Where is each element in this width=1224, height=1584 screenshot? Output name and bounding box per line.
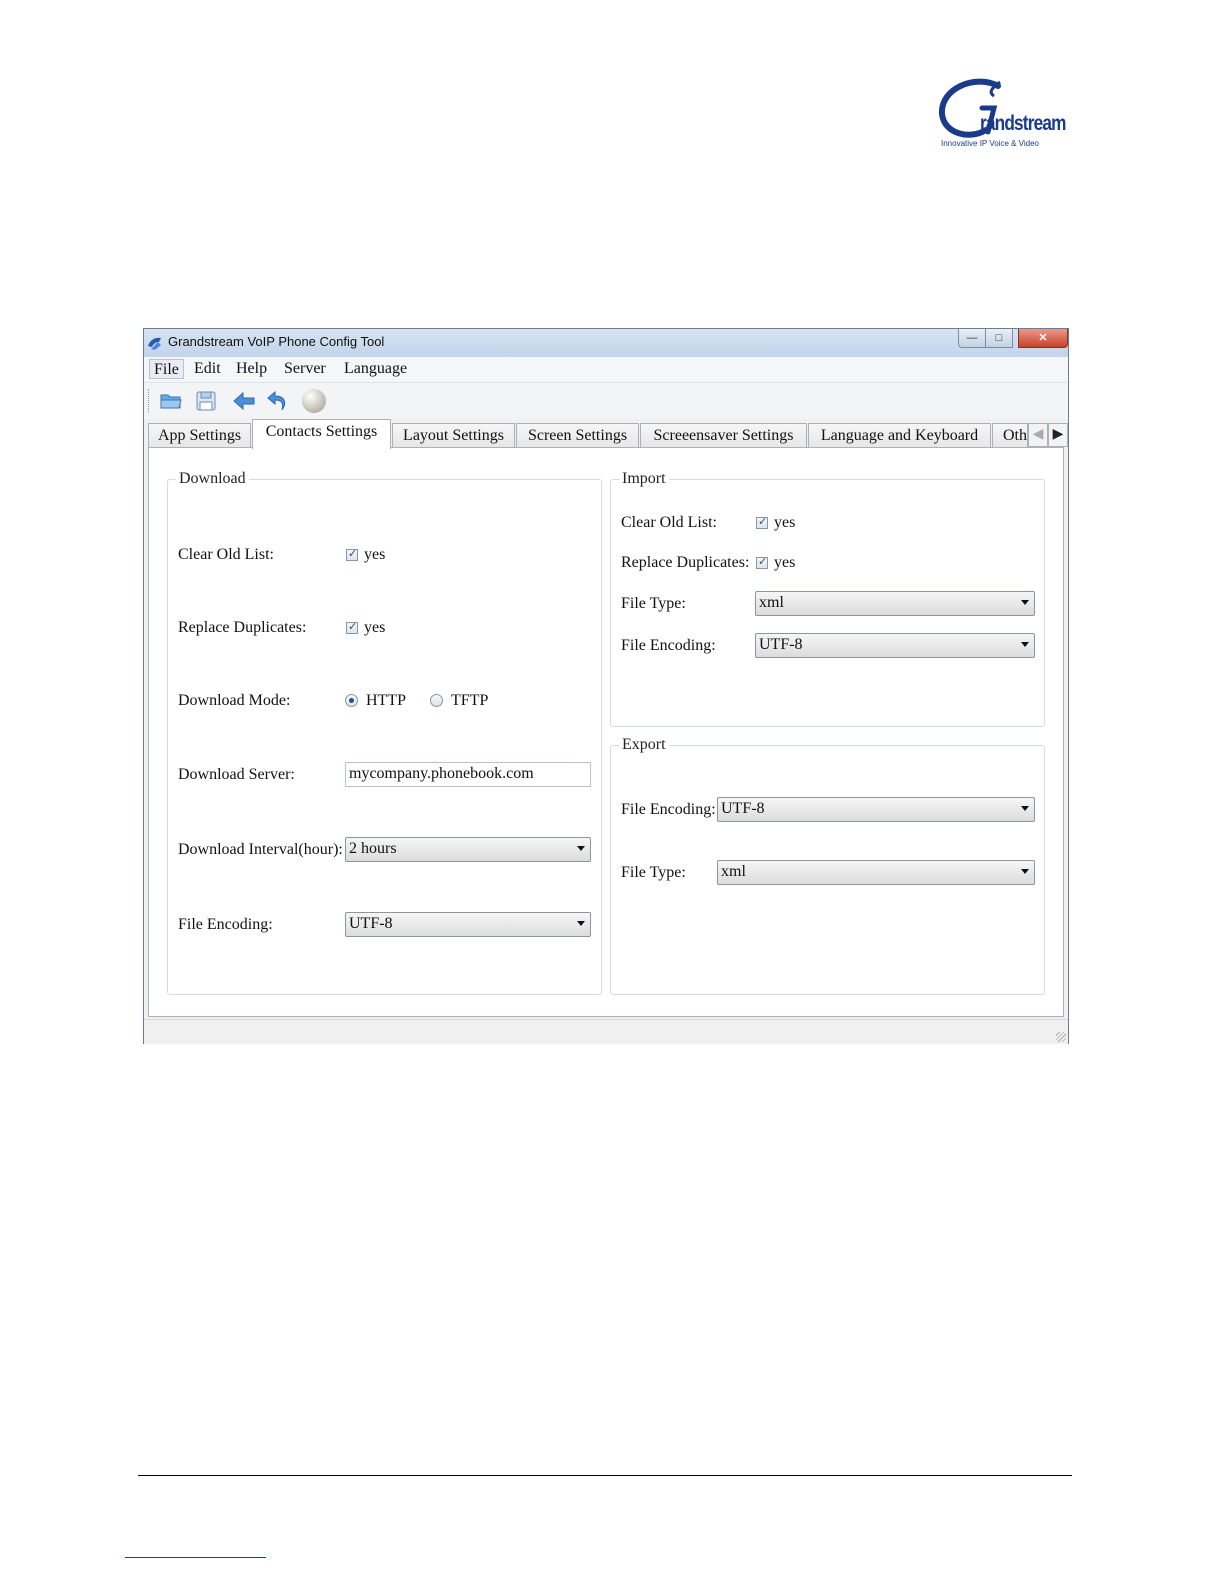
config-tool-window: Grandstream VoIP Phone Config Tool — □ ✕… (143, 328, 1069, 1044)
export-encoding-value: UTF-8 (721, 800, 765, 817)
download-mode-http-label: HTTP (366, 692, 406, 709)
menu-server[interactable]: Server (280, 359, 330, 379)
download-mode-tftp-radio[interactable] (430, 694, 443, 707)
import-replace-duplicates-label: Replace Duplicates: (621, 554, 750, 571)
close-button[interactable]: ✕ (1018, 329, 1068, 348)
download-mode-tftp-label: TFTP (451, 692, 489, 709)
grandstream-logo: randstream Innovative IP Voice & Video (936, 78, 1066, 152)
download-mode-label: Download Mode: (178, 692, 291, 709)
tab-screensaver-settings[interactable]: Screeensaver Settings (640, 423, 807, 448)
download-clear-old-list-value: yes (364, 546, 386, 563)
menu-help[interactable]: Help (232, 359, 271, 379)
open-folder-icon[interactable] (159, 389, 183, 413)
download-interval-select[interactable]: 2 hours (345, 837, 591, 862)
import-file-type-value: xml (759, 594, 784, 611)
chevron-down-icon (577, 921, 585, 926)
import-file-type-label: File Type: (621, 595, 686, 612)
download-replace-duplicates-checkbox[interactable] (346, 620, 358, 634)
download-clear-old-list-checkbox[interactable] (346, 547, 358, 561)
back-arrow-icon[interactable] (232, 389, 256, 413)
import-replace-duplicates-value: yes (774, 554, 796, 571)
window-title: Grandstream VoIP Phone Config Tool (168, 334, 385, 349)
tab-language-and-keyboard[interactable]: Language and Keyboard (808, 423, 991, 448)
download-interval-label: Download Interval(hour): (178, 841, 343, 858)
footer-divider (138, 1475, 1072, 1476)
toolbar (144, 383, 1068, 419)
export-file-type-label: File Type: (621, 864, 686, 881)
download-server-label: Download Server: (178, 766, 295, 783)
download-interval-value: 2 hours (349, 840, 397, 857)
logo-tagline: Innovative IP Voice & Video (941, 139, 1039, 148)
export-legend: Export (619, 735, 669, 755)
tab-layout-settings[interactable]: Layout Settings (392, 423, 515, 448)
menu-edit[interactable]: Edit (190, 359, 225, 379)
download-encoding-select[interactable]: UTF-8 (345, 912, 591, 937)
chevron-down-icon (1021, 600, 1029, 605)
footer-link-underline[interactable] (125, 1557, 266, 1558)
app-phone-icon (148, 337, 161, 350)
title-bar[interactable]: Grandstream VoIP Phone Config Tool — □ ✕ (144, 329, 1068, 357)
export-encoding-select[interactable]: UTF-8 (717, 797, 1035, 822)
download-legend: Download (176, 469, 249, 489)
undo-arrow-icon[interactable] (266, 389, 290, 413)
chevron-down-icon (1021, 806, 1029, 811)
menu-bar: File Edit Help Server Language (144, 357, 1068, 383)
import-clear-old-list-label: Clear Old List: (621, 514, 717, 531)
import-legend: Import (619, 469, 669, 489)
import-file-type-select[interactable]: xml (755, 591, 1035, 616)
contacts-settings-panel: Download Clear Old List: yes Replace Dup… (148, 447, 1064, 1017)
import-group: Import Clear Old List: yes Replace Dupli… (610, 469, 1045, 727)
save-icon[interactable] (194, 389, 218, 413)
menu-language[interactable]: Language (340, 359, 411, 379)
tab-screen-settings[interactable]: Screen Settings (516, 423, 639, 448)
resize-grip-icon[interactable] (1056, 1032, 1066, 1042)
export-file-type-value: xml (721, 863, 746, 880)
tab-app-settings[interactable]: App Settings (148, 423, 251, 448)
maximize-button[interactable]: □ (985, 329, 1013, 348)
export-file-type-select[interactable]: xml (717, 860, 1035, 885)
export-group: Export File Encoding: UTF-8 File Type: x… (610, 735, 1045, 995)
import-clear-old-list-value: yes (774, 514, 796, 531)
download-encoding-value: UTF-8 (349, 915, 393, 932)
import-encoding-select[interactable]: UTF-8 (755, 633, 1035, 658)
download-group: Download Clear Old List: yes Replace Dup… (167, 469, 602, 995)
import-encoding-label: File Encoding: (621, 637, 716, 654)
download-replace-duplicates-value: yes (364, 619, 386, 636)
tab-other[interactable]: Oth (992, 423, 1028, 448)
tab-scroll-right-icon[interactable]: ▶ (1048, 423, 1068, 447)
chevron-down-icon (577, 846, 585, 851)
minimize-button[interactable]: — (958, 329, 986, 348)
download-clear-old-list-label: Clear Old List: (178, 546, 274, 563)
import-clear-old-list-checkbox[interactable] (756, 515, 768, 529)
import-replace-duplicates-checkbox[interactable] (756, 555, 768, 569)
chevron-down-icon (1021, 642, 1029, 647)
toolbar-grip[interactable] (148, 389, 152, 413)
download-server-input[interactable]: mycompany.phonebook.com (345, 762, 591, 787)
tab-scroll-left-icon[interactable]: ◀ (1028, 423, 1048, 447)
download-mode-http-radio[interactable] (345, 694, 358, 707)
menu-file[interactable]: File (149, 359, 184, 379)
download-replace-duplicates-label: Replace Duplicates: (178, 619, 307, 636)
tab-contacts-settings[interactable]: Contacts Settings (252, 419, 391, 449)
download-encoding-label: File Encoding: (178, 916, 273, 933)
logo-wordmark: randstream (980, 112, 1066, 135)
import-encoding-value: UTF-8 (759, 636, 803, 653)
chevron-down-icon (1021, 869, 1029, 874)
export-encoding-label: File Encoding: (621, 801, 716, 818)
tab-strip: App Settings Contacts Settings Layout Se… (148, 419, 1068, 449)
status-bar (144, 1019, 1068, 1044)
sphere-icon[interactable] (300, 387, 328, 415)
